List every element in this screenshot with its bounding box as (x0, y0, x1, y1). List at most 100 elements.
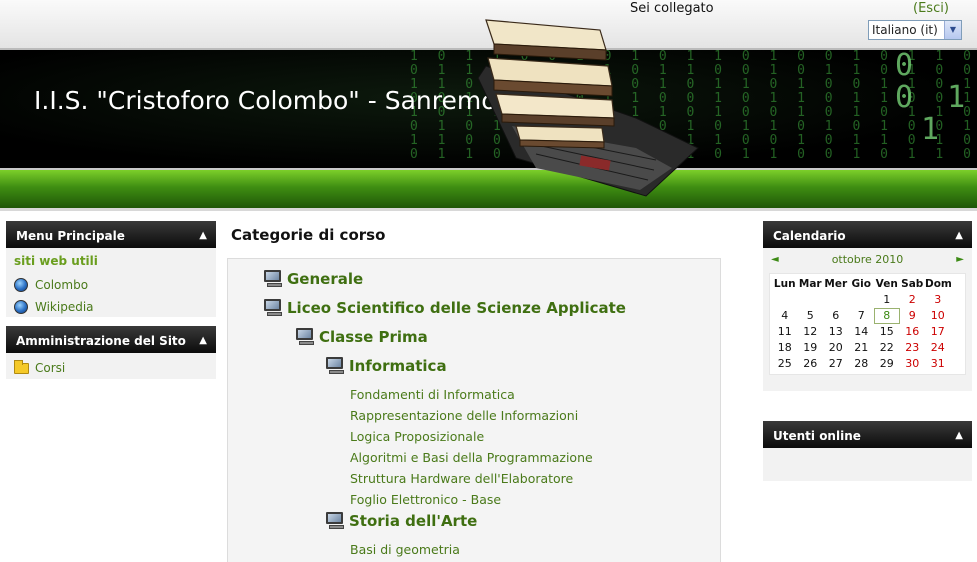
calendar-day[interactable]: 2 (900, 292, 926, 308)
calendar-day[interactable]: 14 (849, 324, 875, 340)
calendar-day[interactable]: 30 (900, 356, 926, 372)
collapse-icon[interactable]: ▲ (955, 421, 963, 451)
calendar-day[interactable]: 21 (849, 340, 875, 356)
monitor-icon (263, 270, 285, 288)
calendar-day-header: Sab (901, 278, 924, 290)
category-classe-prima[interactable]: Classe Prima (295, 328, 428, 346)
calendar-day[interactable]: 23 (900, 340, 926, 356)
calendar-nav: ◄ ottobre 2010 ► (766, 250, 969, 268)
course-link[interactable]: Rappresentazione delle Informazioni (350, 408, 578, 423)
calendar-day-header: Lun (773, 278, 796, 290)
admin-link-label: Corsi (35, 361, 66, 375)
calendar-day[interactable]: 18 (772, 340, 798, 356)
calendar-day[interactable]: 5 (798, 308, 824, 324)
menu-link-label: Wikipedia (35, 300, 94, 314)
banner-divider (0, 208, 977, 211)
calendar-week-row: 25 26 27 28 29 30 31 (772, 356, 963, 372)
menu-link-colombo[interactable]: Colombo (10, 274, 212, 296)
online-users-title: Utenti online (773, 429, 861, 443)
calendar-day[interactable]: 16 (900, 324, 926, 340)
logout-link[interactable]: Esci (918, 1, 944, 16)
calendar-day[interactable]: 10 (925, 308, 951, 324)
calendar-day[interactable]: 17 (925, 324, 951, 340)
calendar-week-row: 18 19 20 21 22 23 24 (772, 340, 963, 356)
globe-icon (14, 300, 28, 314)
menu-link-label: Colombo (35, 278, 89, 292)
collapse-icon[interactable]: ▲ (199, 221, 207, 251)
online-users-header: Utenti online ▲ (763, 421, 972, 448)
calendar-day[interactable]: 1 (874, 292, 900, 308)
menu-link-wikipedia[interactable]: Wikipedia (10, 296, 212, 318)
calendar-day[interactable]: 6 (823, 308, 849, 324)
course-link[interactable]: Logica Proposizionale (350, 429, 484, 444)
calendar-day[interactable]: 22 (874, 340, 900, 356)
category-informatica[interactable]: Informatica (325, 357, 447, 375)
next-month-icon[interactable]: ► (956, 254, 964, 265)
calendar-day[interactable]: 3 (925, 292, 951, 308)
monitor-icon (263, 299, 285, 317)
course-link[interactable]: Struttura Hardware dell'Elaboratore (350, 471, 573, 486)
course-link[interactable]: Basi di geometria (350, 542, 460, 557)
calendar-day[interactable]: 28 (849, 356, 875, 372)
calendar-day[interactable]: 15 (874, 324, 900, 340)
calendar-day-headers: Lun Mar Mer Gio Ven Sab Dom (772, 276, 963, 292)
category-label: Informatica (349, 357, 447, 375)
calendar-day[interactable]: 12 (798, 324, 824, 340)
main-menu-title: Menu Principale (16, 229, 125, 243)
calendar-header: Calendario ▲ (763, 221, 972, 248)
course-link[interactable]: Foglio Elettronico - Base (350, 492, 501, 507)
matrix-digits-decoration: 0 0 1 1 (895, 48, 974, 147)
site-title: I.I.S. "Cristoforo Colombo" - Sanremo (34, 86, 497, 115)
category-generale[interactable]: Generale (263, 270, 363, 288)
calendar-day-header: Ven (875, 278, 898, 290)
monitor-icon (295, 328, 317, 346)
monitor-icon (325, 357, 347, 375)
calendar-day-header: Mar (798, 278, 822, 290)
calendar-day[interactable]: 9 (900, 308, 926, 324)
calendar-day[interactable]: 11 (772, 324, 798, 340)
course-link[interactable]: Algoritmi e Basi della Programmazione (350, 450, 593, 465)
logout-link-wrapper: (Esci) (913, 1, 949, 16)
calendar-day[interactable]: 25 (772, 356, 798, 372)
calendar-day[interactable]: 26 (798, 356, 824, 372)
monitor-icon (325, 512, 347, 530)
calendar-day-header: Mer (824, 278, 848, 290)
category-liceo-scientifico[interactable]: Liceo Scientifico delle Scienze Applicat… (263, 299, 626, 317)
calendar-month[interactable]: ottobre 2010 (832, 253, 904, 266)
calendar-day[interactable]: 8 (874, 308, 900, 324)
main-menu-body: siti web utili Colombo Wikipedia (6, 248, 216, 317)
calendar-day[interactable]: 19 (798, 340, 824, 356)
calendar-empty-cell (823, 292, 849, 308)
site-admin-body: Corsi (6, 353, 216, 379)
calendar-day[interactable]: 31 (925, 356, 951, 372)
calendar-day[interactable]: 7 (849, 308, 875, 324)
collapse-icon[interactable]: ▲ (199, 326, 207, 356)
calendar-empty-cell (772, 292, 798, 308)
category-label: Classe Prima (319, 328, 428, 346)
online-users-block: Utenti online ▲ (763, 421, 972, 481)
main-menu-block: Menu Principale ▲ siti web utili Colombo… (6, 221, 216, 317)
course-link[interactable]: Fondamenti di Informatica (350, 387, 515, 402)
calendar-day[interactable]: 27 (823, 356, 849, 372)
calendar-day[interactable]: 13 (823, 324, 849, 340)
calendar-day[interactable]: 29 (874, 356, 900, 372)
main-menu-header: Menu Principale ▲ (6, 221, 216, 248)
collapse-icon[interactable]: ▲ (955, 221, 963, 251)
admin-link-corsi[interactable]: Corsi (10, 359, 212, 377)
prev-month-icon[interactable]: ◄ (771, 254, 779, 265)
page-title: Categorie di corso (231, 226, 386, 244)
category-storia-arte[interactable]: Storia dell'Arte (325, 512, 477, 530)
calendar-day[interactable]: 4 (772, 308, 798, 324)
category-label: Liceo Scientifico delle Scienze Applicat… (287, 299, 626, 317)
calendar-body: ◄ ottobre 2010 ► Lun Mar Mer Gio Ven Sab Dom 1… (763, 248, 972, 391)
site-admin-title: Amministrazione del Sito (16, 334, 186, 348)
calendar-empty-cell (798, 292, 824, 308)
calendar-week-row: 123 (772, 292, 963, 308)
site-admin-block: Amministrazione del Sito ▲ Corsi (6, 326, 216, 379)
calendar-block: Calendario ▲ ◄ ottobre 2010 ► Lun Mar Mer G… (763, 221, 972, 391)
calendar-day[interactable]: 24 (925, 340, 951, 356)
calendar-day[interactable]: 20 (823, 340, 849, 356)
language-select[interactable]: Italiano (it) ▼ (868, 20, 962, 40)
chevron-down-icon[interactable]: ▼ (944, 21, 961, 39)
online-users-body (763, 448, 972, 481)
